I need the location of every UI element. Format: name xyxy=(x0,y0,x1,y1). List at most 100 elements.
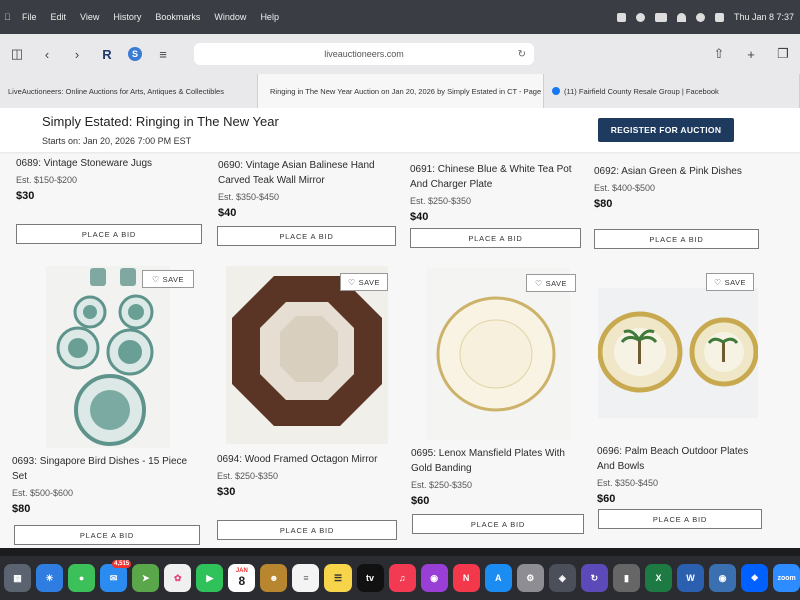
lot-title[interactable]: 0693: Singapore Bird Dishes - 15 Piece S… xyxy=(12,454,192,484)
lot-card-0694[interactable]: 0694: Wood Framed Octagon Mirror Est. $2… xyxy=(217,452,397,498)
system-settings-icon[interactable]: ⚙ xyxy=(516,564,544,592)
lot-title[interactable]: 0694: Wood Framed Octagon Mirror xyxy=(217,452,397,467)
lot-photo-0696[interactable] xyxy=(598,288,758,418)
reminders-icon[interactable]: ≡ xyxy=(292,564,320,592)
battery-icon[interactable] xyxy=(654,12,667,22)
control-center-icon[interactable] xyxy=(714,12,724,22)
save-button-0696[interactable]: ♡ SAVE xyxy=(706,273,754,291)
word-icon[interactable]: W xyxy=(676,564,705,592)
lot-card-0696[interactable]: 0696: Palm Beach Outdoor Plates And Bowl… xyxy=(597,444,757,505)
layers-app-icon[interactable]: ◈ xyxy=(548,564,576,592)
lot-card-0689[interactable]: 0689: Vintage Stoneware Jugs Est. $150-$… xyxy=(16,156,201,202)
new-tab-icon[interactable]: + xyxy=(742,45,760,63)
back-icon[interactable]: ‹ xyxy=(38,45,56,63)
extension-s-icon[interactable]: S xyxy=(128,47,142,61)
phone-app-icon[interactable]: ▮ xyxy=(612,564,640,592)
lot-title[interactable]: 0692: Asian Green & Pink Dishes xyxy=(594,164,759,179)
browser-chrome: ◫ ‹ › R S ≡ liveauctioneers.com ↻ ⇧ + ❐ … xyxy=(0,34,800,108)
news-icon[interactable]: N xyxy=(452,564,480,592)
extension-r-icon[interactable]: R xyxy=(98,45,116,63)
apple-tv-icon[interactable]: tv xyxy=(356,564,384,592)
lot-title[interactable]: 0691: Chinese Blue & White Tea Pot And C… xyxy=(410,162,580,192)
lot-card-0692[interactable]: 0692: Asian Green & Pink Dishes Est. $40… xyxy=(594,164,759,210)
place-bid-button-0693[interactable]: PLACE A BID xyxy=(14,525,200,545)
place-bid-button-0694[interactable]: PLACE A BID xyxy=(217,520,397,540)
browser-app-icon[interactable]: ◉ xyxy=(709,564,737,592)
place-bid-button-0691[interactable]: PLACE A BID xyxy=(410,228,581,248)
menu-edit[interactable]: Edit xyxy=(51,12,67,22)
register-for-auction-button[interactable]: REGISTER FOR AUCTION xyxy=(598,118,734,142)
launchpad-icon[interactable]: ▦ xyxy=(4,564,32,592)
dropbox-icon[interactable]: ❖ xyxy=(741,564,769,592)
contacts-icon[interactable]: ☻ xyxy=(260,564,288,592)
purple-app-icon[interactable]: ↻ xyxy=(580,564,608,592)
save-label: SAVE xyxy=(162,274,185,284)
tab-title: (11) Fairfield County Resale Group | Fac… xyxy=(564,86,719,96)
tab-liveauctioneers-home[interactable]: LiveAuctioneers: Online Auctions for Art… xyxy=(0,74,258,108)
lot-title[interactable]: 0690: Vintage Asian Balinese Hand Carved… xyxy=(218,158,396,188)
lot-card-0695[interactable]: 0695: Lenox Mansfield Plates With Gold B… xyxy=(411,446,581,507)
facetime-icon[interactable]: ▶ xyxy=(196,564,224,592)
lot-current-bid: $40 xyxy=(218,207,237,219)
place-bid-button-0690[interactable]: PLACE A BID xyxy=(217,226,396,246)
reload-icon[interactable]: ↻ xyxy=(518,49,526,60)
lot-title[interactable]: 0696: Palm Beach Outdoor Plates And Bowl… xyxy=(597,444,757,474)
address-bar[interactable]: liveauctioneers.com ↻ xyxy=(194,43,534,65)
menu-file[interactable]: File xyxy=(22,12,37,22)
apple-menu-icon[interactable]:  xyxy=(4,12,12,22)
heart-icon: ♡ xyxy=(534,278,543,288)
lot-title[interactable]: 0695: Lenox Mansfield Plates With Gold B… xyxy=(411,446,581,476)
lot-estimate: Est. $500-$600 xyxy=(12,488,74,498)
messages-icon[interactable]: ● xyxy=(68,564,96,592)
place-bid-button-0696[interactable]: PLACE A BID xyxy=(598,509,762,529)
menu-window[interactable]: Window xyxy=(214,12,246,22)
reader-icon[interactable]: ≡ xyxy=(154,45,172,63)
tab-auction-page[interactable]: Ringing in The New Year Auction on Jan 2… xyxy=(258,74,544,108)
lot-current-bid: $40 xyxy=(410,211,429,223)
app-store-icon[interactable]: A xyxy=(484,564,512,592)
place-bid-button-0689[interactable]: PLACE A BID xyxy=(16,224,202,244)
search-icon[interactable] xyxy=(695,12,705,22)
menu-view[interactable]: View xyxy=(80,12,99,22)
user-status-icon[interactable] xyxy=(635,12,645,22)
menu-help[interactable]: Help xyxy=(260,12,279,22)
palm-plates-image xyxy=(598,288,758,418)
menubar-clock[interactable]: Thu Jan 8 7:37 xyxy=(734,12,794,22)
lot-card-0691[interactable]: 0691: Chinese Blue & White Tea Pot And C… xyxy=(410,162,580,223)
lot-estimate: Est. $400-$500 xyxy=(594,183,656,193)
status-icons: Thu Jan 8 7:37 xyxy=(616,12,800,22)
lot-card-0690[interactable]: 0690: Vintage Asian Balinese Hand Carved… xyxy=(218,158,396,219)
tab-title: LiveAuctioneers: Online Auctions for Art… xyxy=(8,86,224,96)
mail-icon[interactable]: ✉ 4,515 xyxy=(100,560,132,592)
photos-icon[interactable]: ✿ xyxy=(164,564,192,592)
excel-icon[interactable]: X xyxy=(644,564,672,592)
lot-card-0693[interactable]: 0693: Singapore Bird Dishes - 15 Piece S… xyxy=(12,454,192,515)
lot-title[interactable]: 0689: Vintage Stoneware Jugs xyxy=(16,156,201,171)
wifi-icon[interactable] xyxy=(676,12,686,22)
lot-estimate: Est. $350-$450 xyxy=(218,192,280,202)
dropbox-status-icon[interactable] xyxy=(616,12,626,22)
tab-overview-icon[interactable]: ❐ xyxy=(774,45,792,63)
auction-page: Simply Estated: Ringing in The New Year … xyxy=(0,108,800,548)
menu-history[interactable]: History xyxy=(113,12,141,22)
share-icon[interactable]: ⇧ xyxy=(710,45,728,63)
save-button-0695[interactable]: ♡ SAVE xyxy=(526,274,576,292)
sidebar-toggle-icon[interactable]: ◫ xyxy=(8,45,26,63)
safari-icon[interactable]: ✳ xyxy=(36,564,64,592)
lot-photo-0695[interactable] xyxy=(426,268,570,440)
menu-bookmarks[interactable]: Bookmarks xyxy=(155,12,200,22)
notes-icon[interactable]: ☰ xyxy=(324,564,352,592)
lot-photo-0693[interactable] xyxy=(46,266,170,448)
forward-icon[interactable]: › xyxy=(68,45,86,63)
save-button-0694[interactable]: ♡ SAVE xyxy=(340,273,388,291)
save-button-0693[interactable]: ♡ SAVE xyxy=(142,270,194,288)
zoom-icon[interactable]: zoom xyxy=(773,564,800,592)
lot-photo-0694[interactable] xyxy=(226,266,388,444)
place-bid-button-0695[interactable]: PLACE A BID xyxy=(412,514,584,534)
calendar-icon[interactable]: JAN 8 xyxy=(228,564,256,592)
place-bid-button-0692[interactable]: PLACE A BID xyxy=(594,229,759,249)
podcasts-icon[interactable]: ◉ xyxy=(420,564,448,592)
music-icon[interactable]: ♫ xyxy=(388,564,416,592)
tab-facebook[interactable]: (11) Fairfield County Resale Group | Fac… xyxy=(544,74,800,108)
maps-icon[interactable]: ➤ xyxy=(132,564,160,592)
